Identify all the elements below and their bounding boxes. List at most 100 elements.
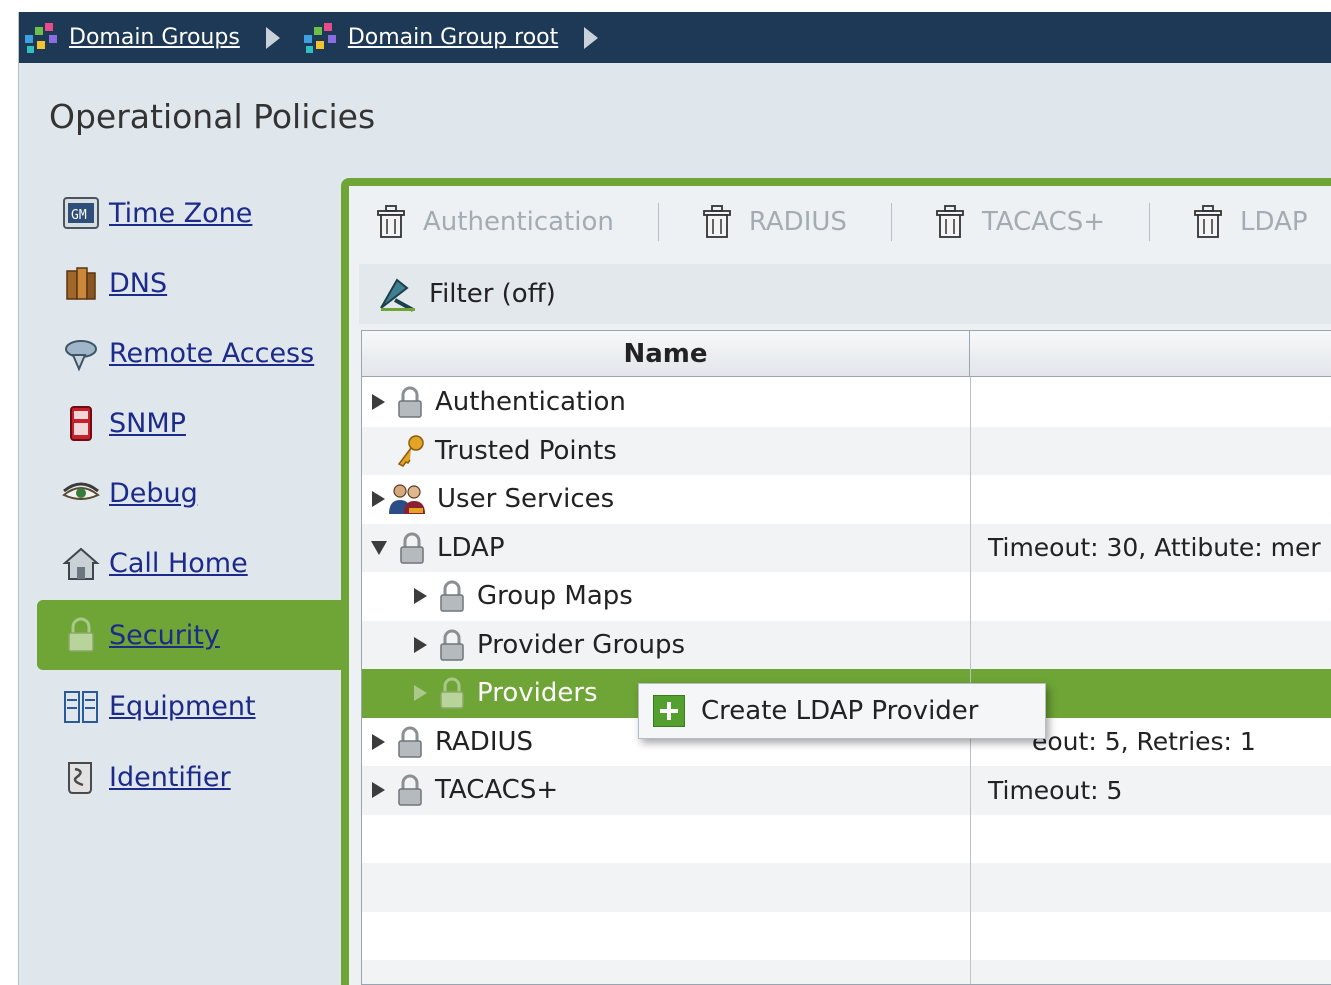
nav-label[interactable]: Equipment — [109, 691, 256, 722]
breadcrumb-link[interactable]: Domain Groups — [69, 25, 240, 50]
top-strip — [0, 0, 1331, 12]
expand-arrow-icon[interactable] — [372, 394, 385, 411]
toolbar-button-label: LDAP — [1240, 207, 1308, 237]
table-row[interactable]: Provider Groups — [362, 620, 1331, 670]
domain-group-icon — [25, 22, 57, 53]
row-label: Provider Groups — [477, 629, 686, 660]
nav-label[interactable]: Remote Access — [109, 338, 314, 369]
filter-bar[interactable]: Filter (off) — [359, 264, 1331, 324]
expand-arrow-icon[interactable] — [372, 491, 385, 508]
nav-item-security[interactable]: Security — [37, 600, 341, 670]
row-label: Group Maps — [477, 581, 633, 612]
row-name-cell: Authentication — [372, 378, 626, 427]
table-row[interactable]: LDAP Timeout: 30, Attibute: mer — [362, 523, 1331, 573]
breadcrumb-separator-icon — [584, 26, 599, 49]
breadcrumb-item-domain-groups[interactable]: Domain Groups — [23, 12, 240, 63]
row-name-cell: Providers — [414, 669, 598, 718]
row-label: User Services — [437, 484, 615, 515]
row-label: RADIUS — [435, 726, 534, 757]
table-row[interactable]: TACACS+ Timeout: 5 — [362, 766, 1331, 815]
clock-icon: GM — [63, 197, 99, 229]
row-name-cell: LDAP — [371, 524, 505, 573]
toolbar-separator — [657, 203, 659, 241]
lock-icon — [68, 617, 94, 652]
row-name-cell: User Services — [372, 475, 614, 524]
filter-icon — [380, 278, 415, 312]
nav-item-dns[interactable]: DNS — [19, 248, 341, 318]
trash-icon — [1194, 205, 1222, 238]
row-name-cell: Trusted Points — [395, 427, 617, 476]
column-header-details[interactable] — [971, 331, 1331, 377]
expand-arrow-icon[interactable] — [372, 733, 385, 750]
lock-icon — [398, 726, 422, 758]
row-label: Authentication — [435, 387, 626, 418]
eye-icon — [62, 482, 100, 500]
nav-item-equipment[interactable]: Equipment — [19, 671, 341, 741]
breadcrumb-link[interactable]: Domain Group root — [348, 25, 558, 50]
expand-arrow-icon[interactable] — [414, 636, 427, 653]
row-name-cell: Provider Groups — [414, 621, 685, 670]
table-row-empty — [362, 863, 1331, 912]
phone-icon — [70, 406, 92, 441]
house-icon — [62, 547, 100, 580]
toolbar-radius-button[interactable]: RADIUS — [701, 197, 847, 247]
page-title: Operational Policies — [49, 97, 376, 136]
collapse-arrow-icon[interactable] — [371, 540, 387, 555]
toolbar-authentication-button[interactable]: Authentication — [375, 197, 614, 247]
nav-item-time-zone[interactable]: GM Time Zone — [19, 178, 341, 248]
expand-arrow-icon[interactable] — [414, 685, 427, 702]
nav-label[interactable]: Call Home — [109, 548, 248, 579]
toolbar-button-label: Authentication — [423, 207, 614, 237]
nav-item-call-home[interactable]: Call Home — [19, 528, 341, 598]
application-window: Domain Groups Domain Group root Operatio… — [18, 12, 1331, 985]
books-icon — [66, 267, 96, 300]
nav-label[interactable]: Security — [109, 620, 220, 651]
row-label: LDAP — [437, 532, 505, 563]
nav-label[interactable]: Time Zone — [109, 198, 252, 229]
table-row[interactable]: Trusted Points — [362, 426, 1331, 476]
svg-text:GM: GM — [71, 208, 87, 223]
expand-arrow-icon[interactable] — [414, 588, 427, 605]
nav-label[interactable]: Debug — [109, 478, 198, 509]
breadcrumb-item-domain-group-root[interactable]: Domain Group root — [302, 12, 558, 63]
filter-label[interactable]: Filter (off) — [429, 279, 556, 309]
trash-icon — [377, 205, 405, 238]
context-menu-create-ldap-provider[interactable]: Create LDAP Provider — [638, 683, 1046, 739]
table-row-empty — [362, 912, 1331, 961]
nav-label[interactable]: Identifier — [109, 762, 231, 793]
policy-tree-table: Name Authentication Trusted Points User … — [361, 330, 1331, 985]
toolbar-separator — [1149, 203, 1151, 241]
lock-icon — [400, 532, 424, 564]
toolbar-button-label: TACACS+ — [981, 207, 1106, 237]
table-row-empty — [362, 815, 1331, 864]
domain-group-icon — [303, 22, 336, 53]
nav-item-identifier[interactable]: Identifier — [19, 742, 341, 812]
column-divider — [970, 377, 971, 984]
toolbar-ldap-button[interactable]: LDAP — [1192, 197, 1308, 247]
table-row[interactable]: Authentication — [362, 378, 1331, 427]
column-header-name[interactable]: Name — [362, 331, 970, 377]
toolbar-tacacs-button[interactable]: TACACS+ — [934, 197, 1105, 247]
nav-label[interactable]: DNS — [109, 268, 167, 299]
toolbar-button-label: RADIUS — [748, 207, 847, 237]
row-desc-cell: eout: 5, Retries: 1 — [1032, 727, 1256, 757]
table-row[interactable]: Group Maps — [362, 572, 1331, 621]
nav-item-remote-access[interactable]: Remote Access — [19, 318, 341, 388]
context-menu-item-label[interactable]: Create LDAP Provider — [701, 696, 978, 726]
table-row[interactable]: User Services — [362, 475, 1331, 524]
nav-label[interactable]: SNMP — [109, 408, 186, 439]
scroll-icon — [68, 762, 92, 794]
expand-arrow-icon[interactable] — [372, 782, 385, 799]
trash-icon — [702, 205, 731, 238]
nav-item-debug[interactable]: Debug — [19, 458, 341, 528]
row-desc-cell: Timeout: 5 — [988, 775, 1123, 805]
row-name-cell: Group Maps — [414, 572, 633, 621]
lock-icon — [398, 774, 422, 806]
row-name-cell: TACACS+ — [372, 766, 558, 815]
row-desc-cell: Timeout: 30, Attibute: mer — [988, 533, 1321, 563]
content-inner: Authentication RADIUS TACACS+ LDAP Filte… — [349, 186, 1331, 985]
nav-item-snmp[interactable]: SNMP — [19, 388, 341, 458]
remote-access-icon — [65, 340, 97, 372]
table-header: Name — [362, 331, 1331, 377]
key-icon — [397, 435, 424, 467]
